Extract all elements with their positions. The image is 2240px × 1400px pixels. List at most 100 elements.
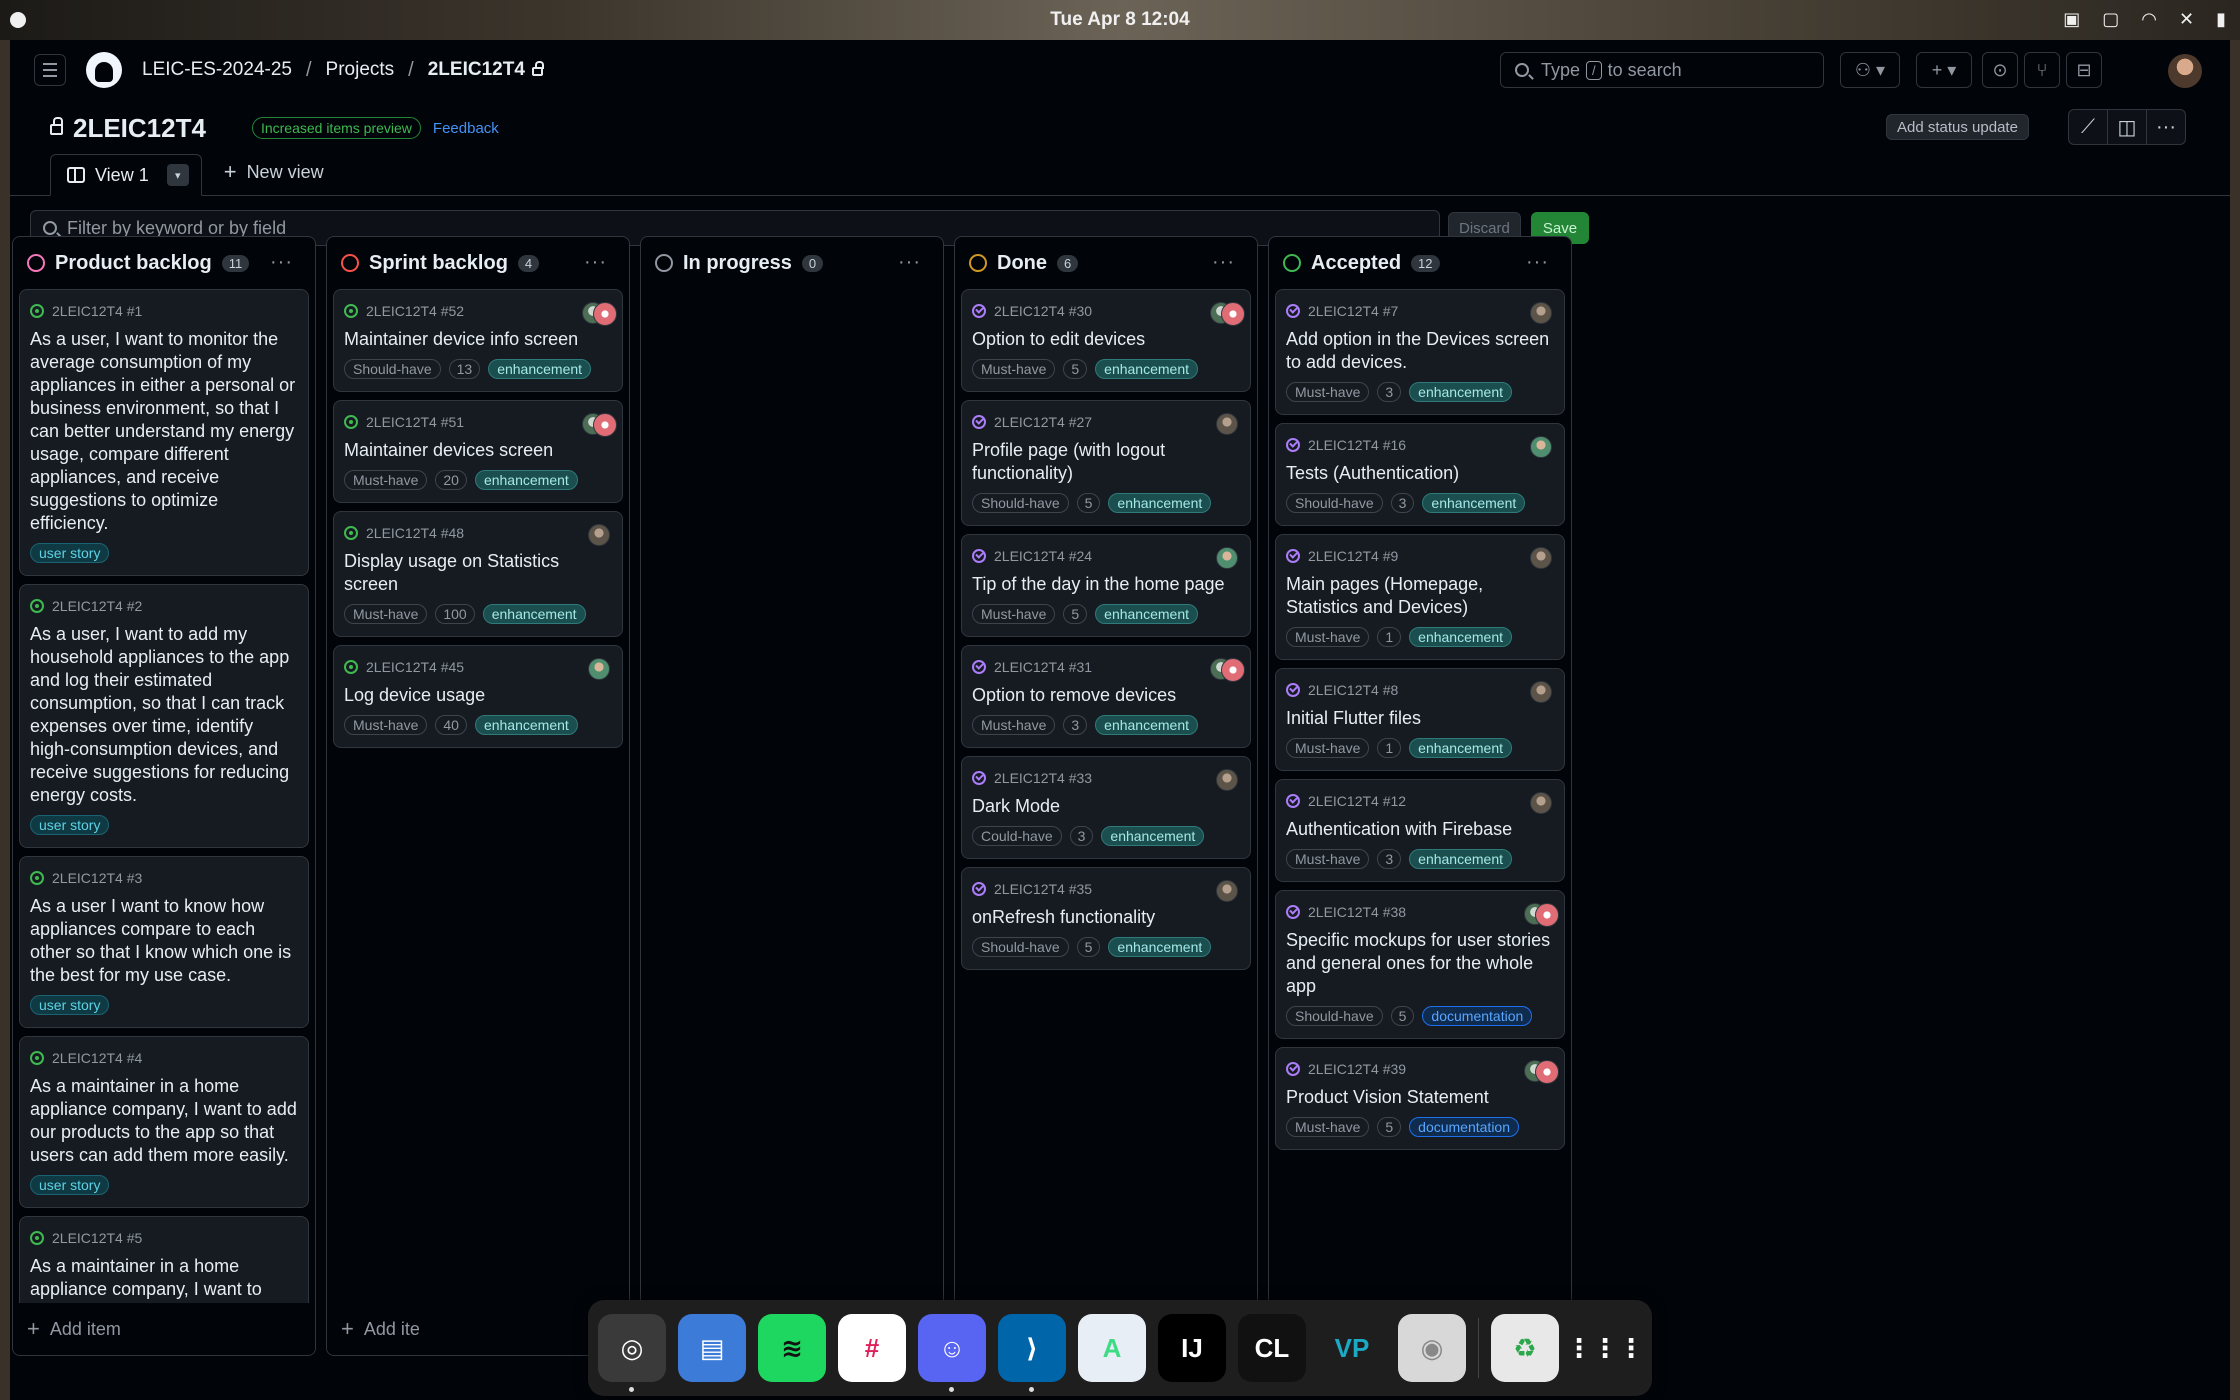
assignee-avatar[interactable] — [1524, 1060, 1559, 1084]
board-card[interactable]: 2LEIC12T4 #35 onRefresh functionality Shou… — [961, 867, 1251, 970]
assignee-avatar[interactable] — [1216, 413, 1238, 435]
card-title[interactable]: Profile page (with logout functionality) — [972, 439, 1240, 485]
user-avatar[interactable] — [2168, 54, 2202, 88]
board-card[interactable]: 2LEIC12T4 #30 Option to edit devices Must-… — [961, 289, 1251, 392]
battery-icon[interactable]: ▮ — [2216, 9, 2226, 30]
preview-badge[interactable]: Increased items preview — [251, 117, 421, 139]
board-card[interactable]: 2LEIC12T4 #52 Maintainer device info scre… — [333, 289, 623, 392]
intellij-icon[interactable]: IJ — [1158, 1314, 1226, 1382]
wifi-icon[interactable]: ◠ — [2141, 9, 2157, 30]
board-card[interactable]: 2LEIC12T4 #33 Dark Mode Could-have 3 enhance… — [961, 756, 1251, 859]
spotify-icon[interactable]: ≋ — [758, 1314, 826, 1382]
board-card[interactable]: 2LEIC12T4 #48 Display usage on Statistics… — [333, 511, 623, 637]
vscode-icon[interactable]: ⟩ — [998, 1314, 1066, 1392]
card-title[interactable]: Maintainer devices screen — [344, 439, 612, 462]
column-title[interactable]: Sprint backlog — [369, 252, 508, 275]
files-icon[interactable]: ▤ — [678, 1314, 746, 1382]
column-menu-icon[interactable]: ··· — [1212, 251, 1235, 274]
system-tray[interactable]: ▣ ▢ ◠ ✕ ▮ — [2063, 9, 2226, 30]
assignee-avatar[interactable] — [1530, 547, 1552, 569]
card-title[interactable]: Display usage on Statistics screen — [344, 550, 612, 596]
card-title[interactable]: Log device usage — [344, 684, 612, 707]
activities-icon[interactable] — [10, 12, 26, 28]
github-logo-icon[interactable] — [86, 52, 122, 88]
add-status-update-button[interactable]: Add status update — [1886, 114, 2029, 140]
insights-button[interactable]: ⟋ — [2068, 109, 2108, 145]
board-card[interactable]: 2LEIC12T4 #7 Add option in the Devices sc… — [1275, 289, 1565, 415]
clion-icon[interactable]: CL — [1238, 1314, 1306, 1382]
breadcrumb-org[interactable]: LEIC-ES-2024-25 — [142, 59, 292, 81]
card-title[interactable]: As a maintainer in a home appliance comp… — [30, 1075, 298, 1167]
board-card[interactable]: 2LEIC12T4 #39 Product Vision Statement Mus… — [1275, 1047, 1565, 1150]
card-title[interactable]: Option to edit devices — [972, 328, 1240, 351]
card-title[interactable]: Option to remove devices — [972, 684, 1240, 707]
assignee-avatar[interactable] — [1216, 880, 1238, 902]
label-badge[interactable]: enhancement — [1095, 715, 1198, 735]
card-title[interactable]: As a user I want to know how appliances … — [30, 895, 298, 987]
board-card[interactable]: 2LEIC12T4 #16 Tests (Authentication) Shoul… — [1275, 423, 1565, 526]
system-clock[interactable]: Tue Apr 8 12:04 — [1050, 9, 1189, 31]
visual-paradigm-icon[interactable]: VP — [1318, 1314, 1386, 1382]
card-title[interactable]: onRefresh functionality — [972, 906, 1240, 929]
assignee-avatar[interactable] — [1524, 903, 1559, 927]
search-input[interactable]: Type / to search — [1500, 52, 1824, 88]
project-menu-button[interactable]: ··· — [2146, 109, 2186, 145]
label-badge[interactable]: user story — [30, 815, 110, 835]
app-grid-icon[interactable]: ⋮⋮⋮ — [1566, 1314, 1644, 1382]
label-badge[interactable]: enhancement — [1108, 937, 1212, 957]
board-card[interactable]: 2LEIC12T4 #27 Profile page (with logout f… — [961, 400, 1251, 526]
menu-button[interactable] — [34, 54, 66, 86]
clipboard-tray-icon[interactable]: ▢ — [2102, 9, 2119, 30]
board-card[interactable]: 2LEIC12T4 #12 Authentication with Firebas… — [1275, 779, 1565, 882]
copilot-button[interactable]: ⚇ ▾ — [1840, 52, 1900, 88]
column-title[interactable]: In progress — [683, 252, 792, 275]
card-title[interactable]: Add option in the Devices screen to add … — [1286, 328, 1554, 374]
card-title[interactable]: Maintainer device info screen — [344, 328, 612, 351]
label-badge[interactable]: enhancement — [1409, 382, 1512, 402]
label-badge[interactable]: enhancement — [1422, 493, 1526, 513]
card-title[interactable]: As a user, I want to add my household ap… — [30, 623, 298, 807]
board-card[interactable]: 2LEIC12T4 #38 Specific mockups for user s… — [1275, 890, 1565, 1039]
card-title[interactable]: Authentication with Firebase — [1286, 818, 1554, 841]
assignee-avatar[interactable] — [582, 302, 617, 326]
card-title[interactable]: Specific mockups for user stories and ge… — [1286, 929, 1554, 998]
label-badge[interactable]: documentation — [1409, 1117, 1519, 1137]
label-badge[interactable]: enhancement — [482, 604, 586, 624]
label-badge[interactable]: user story — [30, 543, 110, 563]
label-badge[interactable]: enhancement — [1409, 849, 1512, 869]
android-studio-icon[interactable]: A — [1078, 1314, 1146, 1382]
assignee-avatar[interactable] — [1210, 302, 1245, 326]
new-view-button[interactable]: + New view — [202, 159, 340, 195]
slack-icon[interactable]: # — [838, 1314, 906, 1382]
label-badge[interactable]: enhancement — [1409, 627, 1512, 647]
assignee-avatar[interactable] — [1210, 658, 1245, 682]
breadcrumb-projects[interactable]: Projects — [326, 59, 395, 81]
label-badge[interactable]: enhancement — [1095, 604, 1198, 624]
label-badge[interactable]: documentation — [1422, 1006, 1533, 1026]
column-title[interactable]: Product backlog — [55, 252, 212, 275]
chevron-down-icon[interactable]: ▾ — [166, 164, 189, 186]
tab-view-1[interactable]: View 1 ▾ — [50, 154, 202, 196]
board-card[interactable]: 2LEIC12T4 #24 Tip of the day in the home … — [961, 534, 1251, 637]
add-item-button[interactable]: + Add ite — [327, 1303, 629, 1355]
assignee-avatar[interactable] — [1216, 547, 1238, 569]
ubuntu-icon[interactable]: ◎ — [598, 1314, 666, 1392]
label-badge[interactable]: enhancement — [488, 359, 592, 379]
inbox-button[interactable]: ⊟ — [2066, 52, 2102, 88]
board-card[interactable]: 2LEIC12T4 #3 As a user I want to know how… — [19, 856, 309, 1028]
assignee-avatar[interactable] — [1530, 302, 1552, 324]
side-panel-button[interactable]: ◫ — [2107, 109, 2147, 145]
column-menu-icon[interactable]: ··· — [1526, 251, 1549, 274]
disk-icon[interactable]: ◉ — [1398, 1314, 1466, 1382]
board-card[interactable]: 2LEIC12T4 #45 Log device usage Must-have 40… — [333, 645, 623, 748]
add-item-button[interactable]: + Add item — [13, 1303, 315, 1355]
assignee-avatar[interactable] — [1216, 769, 1238, 791]
assignee-avatar[interactable] — [1530, 792, 1552, 814]
column-menu-icon[interactable]: ··· — [584, 251, 607, 274]
card-title[interactable]: Tests (Authentication) — [1286, 462, 1554, 485]
board-card[interactable]: 2LEIC12T4 #1 As a user, I want to monitor… — [19, 289, 309, 576]
assignee-avatar[interactable] — [1530, 436, 1552, 458]
board-card[interactable]: 2LEIC12T4 #4 As a maintainer in a home ap… — [19, 1036, 309, 1208]
label-badge[interactable]: enhancement — [474, 715, 578, 735]
discord-tray-icon[interactable]: ▣ — [2063, 9, 2080, 30]
